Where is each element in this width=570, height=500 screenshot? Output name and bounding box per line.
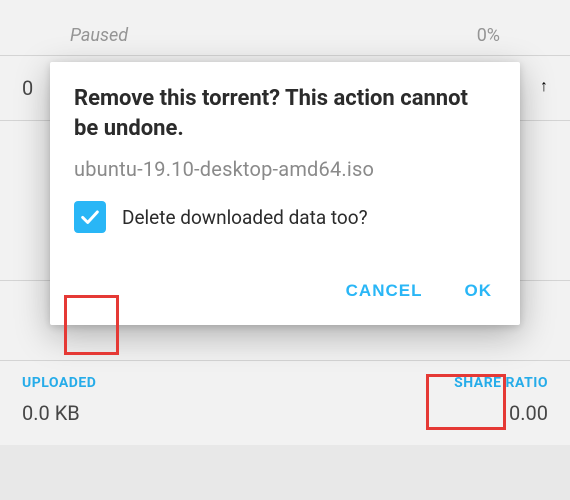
delete-data-checkbox[interactable] [74, 201, 106, 233]
delete-data-checkbox-row[interactable]: Delete downloaded data too? [50, 201, 520, 265]
delete-data-checkbox-label: Delete downloaded data too? [122, 206, 368, 229]
check-icon [79, 206, 101, 228]
dialog-actions: CANCEL OK [50, 265, 520, 325]
cancel-button[interactable]: CANCEL [328, 269, 441, 313]
ok-button[interactable]: OK [447, 269, 511, 313]
dialog-title: Remove this torrent? This action cannot … [50, 84, 520, 157]
modal-overlay: Remove this torrent? This action cannot … [0, 0, 570, 500]
remove-torrent-dialog: Remove this torrent? This action cannot … [50, 62, 520, 325]
dialog-torrent-name: ubuntu-19.10-desktop-amd64.iso [50, 157, 520, 201]
